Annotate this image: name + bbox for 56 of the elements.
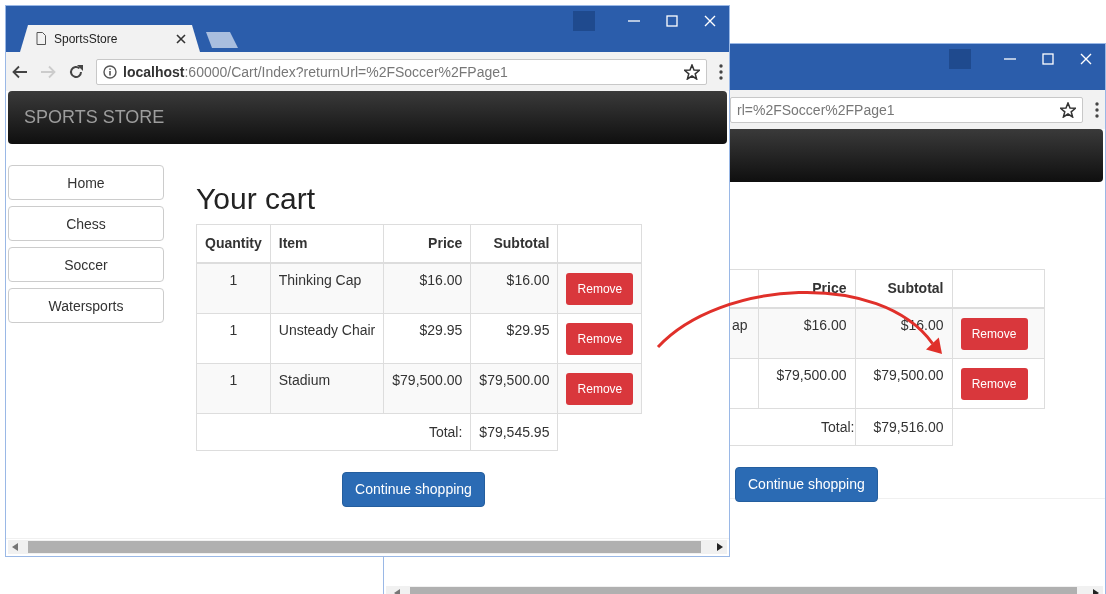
table-cell: $29.95 bbox=[470, 313, 558, 363]
table-cell: $29.95 bbox=[383, 313, 471, 363]
table-cell: $79,500.00 bbox=[855, 358, 952, 408]
reload-icon[interactable] bbox=[68, 63, 84, 80]
table-cell: Thinking Cap bbox=[270, 262, 384, 313]
category-button[interactable]: Watersports bbox=[8, 288, 164, 323]
table-cell: 1 bbox=[196, 363, 271, 413]
category-button[interactable]: Soccer bbox=[8, 247, 164, 282]
page-icon bbox=[36, 32, 46, 45]
column-header: Price bbox=[383, 224, 471, 263]
total-cell: $79,516.00 bbox=[855, 408, 952, 445]
menu-icon[interactable] bbox=[1095, 101, 1099, 118]
remove-button[interactable]: Remove bbox=[960, 317, 1028, 350]
table-cell: 1 bbox=[196, 313, 271, 363]
maximize-icon[interactable] bbox=[666, 15, 678, 27]
store-brand: SPORTS STORE bbox=[24, 107, 165, 128]
remove-button[interactable]: Remove bbox=[960, 367, 1028, 400]
star-icon[interactable] bbox=[684, 63, 700, 80]
total-label: Total: bbox=[196, 413, 471, 450]
table-cell: ap bbox=[730, 307, 758, 358]
table-cell: $79,500.00 bbox=[470, 363, 558, 413]
page-heading: Your cart bbox=[196, 182, 316, 216]
horizontal-scrollbar[interactable] bbox=[8, 540, 727, 554]
table-cell: $16.00 bbox=[470, 262, 558, 313]
info-icon bbox=[103, 64, 117, 79]
address-bar[interactable]: rl=%2FSoccer%2FPage1 bbox=[730, 96, 1083, 123]
remove-button[interactable]: Remove bbox=[566, 322, 634, 355]
table-cell: $16.00 bbox=[758, 307, 855, 358]
total-cell: $79,545.95 bbox=[470, 413, 558, 450]
maximize-icon[interactable] bbox=[1042, 53, 1054, 65]
continue-shopping-button[interactable]: Continue shopping bbox=[735, 466, 878, 502]
menu-icon[interactable] bbox=[719, 63, 723, 80]
star-icon[interactable] bbox=[1060, 101, 1076, 118]
remove-button[interactable]: Remove bbox=[566, 372, 634, 405]
table-cell: 1 bbox=[196, 262, 271, 313]
table-cell: Stadium bbox=[270, 363, 384, 413]
category-button[interactable]: Chess bbox=[8, 206, 164, 241]
column-header: Subtotal bbox=[855, 269, 952, 308]
column-header: Quantity bbox=[196, 224, 271, 263]
back-arrow-icon[interactable] bbox=[12, 64, 28, 79]
column-header: Item bbox=[270, 224, 384, 263]
table-cell: Unsteady Chair bbox=[270, 313, 384, 363]
remove-button[interactable]: Remove bbox=[566, 272, 634, 305]
address-bar[interactable]: localhost:60000/Cart/Index?returnUrl=%2FSoccer%2FPage1 bbox=[96, 58, 707, 85]
column-header: Price bbox=[758, 269, 855, 308]
browser-tab[interactable]: SportsStore bbox=[20, 25, 200, 52]
table-cell: $79,500.00 bbox=[758, 358, 855, 408]
column-header: Subtotal bbox=[470, 224, 558, 263]
table-cell: $16.00 bbox=[383, 262, 471, 313]
right-arrow-icon[interactable] bbox=[717, 543, 723, 551]
left-arrow-icon[interactable] bbox=[12, 543, 18, 551]
close-icon[interactable] bbox=[176, 33, 186, 44]
new-tab-icon[interactable] bbox=[206, 32, 238, 48]
category-button[interactable]: Home bbox=[8, 165, 164, 200]
table-cell: $79,500.00 bbox=[383, 363, 471, 413]
continue-shopping-button[interactable]: Continue shopping bbox=[342, 471, 485, 507]
